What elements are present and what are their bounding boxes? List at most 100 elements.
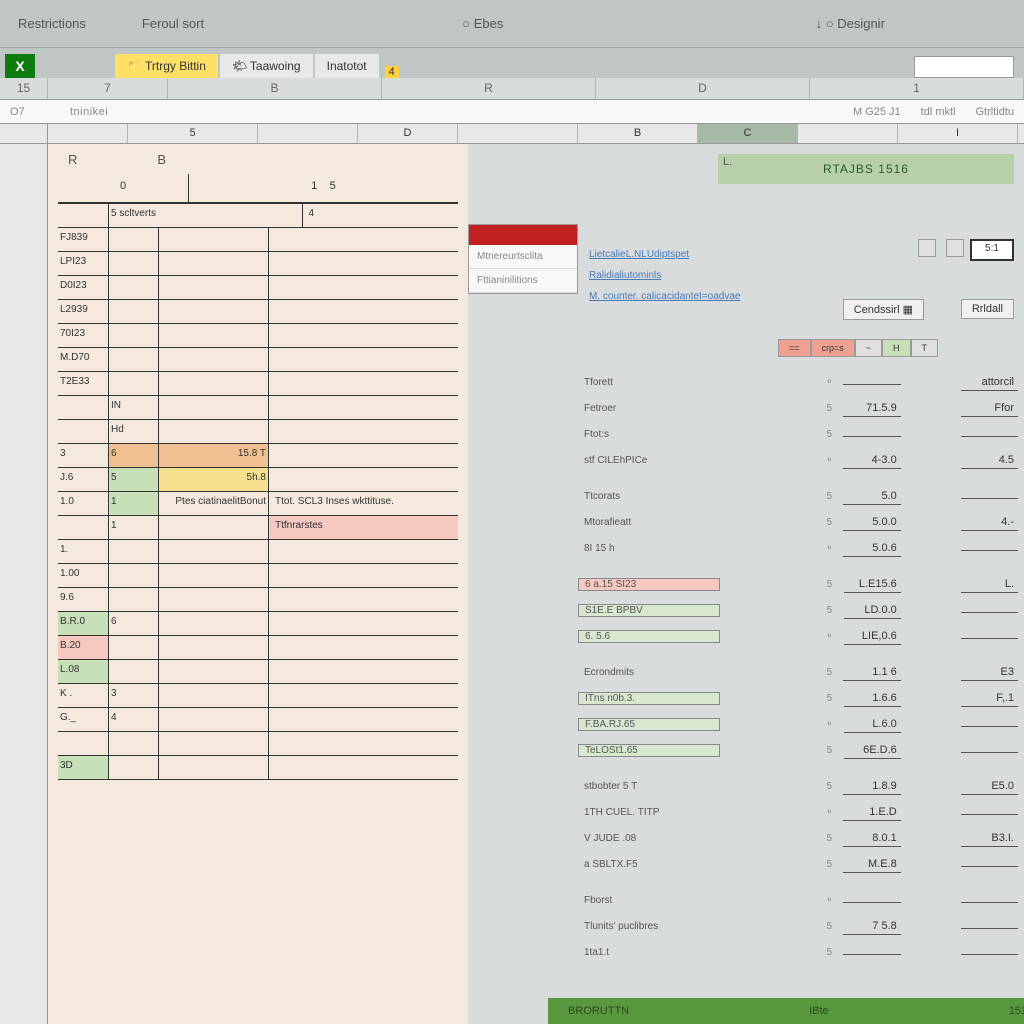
row-value-1[interactable]: 8.0.1 <box>843 830 900 847</box>
cell-b[interactable] <box>108 324 158 347</box>
col-h[interactable] <box>798 124 898 143</box>
col-hdr-5[interactable]: 1 <box>810 78 1024 99</box>
cell-c[interactable] <box>158 324 268 347</box>
cell-c[interactable] <box>158 684 268 707</box>
cell-a[interactable]: LPI23 <box>58 252 108 275</box>
table-row[interactable]: J.655h.8 <box>58 468 458 492</box>
row-value-2[interactable] <box>961 862 1018 867</box>
cell-a[interactable]: D0I23 <box>58 276 108 299</box>
menu-design[interactable]: ↓ ○ Designir <box>808 12 893 35</box>
col-hdr-4[interactable]: D <box>596 78 810 99</box>
cell-b[interactable] <box>108 348 158 371</box>
cell-a[interactable]: L2939 <box>58 300 108 323</box>
row-value-2[interactable] <box>961 748 1018 753</box>
row-value-1[interactable] <box>843 380 900 385</box>
cell-d[interactable] <box>268 444 458 467</box>
cell-c[interactable] <box>158 300 268 323</box>
menu-ebes[interactable]: ○ Ebes <box>454 12 511 35</box>
table-row[interactable]: 1ta1.t5 <box>578 939 1018 965</box>
cell-b[interactable]: Hd <box>108 420 158 443</box>
autocomplete-highlight[interactable] <box>469 225 577 245</box>
table-row[interactable]: B.20 <box>58 636 458 660</box>
row-value-2[interactable]: attorcil <box>961 374 1018 391</box>
table-row[interactable]: 6 a.15 SI235L.E15.6L. <box>578 571 1018 597</box>
cell-a[interactable]: K . <box>58 684 108 707</box>
cell-d[interactable] <box>268 300 458 323</box>
row-value-1[interactable]: M.E.8 <box>843 856 900 873</box>
cell-a[interactable]: J.6 <box>58 468 108 491</box>
table-row[interactable]: 1Ttfnrarstes <box>58 516 458 540</box>
cell-b[interactable] <box>108 372 158 395</box>
cell-a[interactable]: T2E33 <box>58 372 108 395</box>
cell-d[interactable] <box>268 372 458 395</box>
table-row[interactable]: Ftot:s5 <box>578 421 1018 447</box>
table-row[interactable]: S1E.E BPBV5LD.0.0 <box>578 597 1018 623</box>
mini-tab-1[interactable]: == <box>778 339 811 357</box>
cell-a[interactable]: G._ <box>58 708 108 731</box>
table-row[interactable]: B.R.06 <box>58 612 458 636</box>
table-row[interactable]: stf CILEhPICe⚬4-3.04.5 <box>578 447 1018 473</box>
cell-b[interactable]: IN <box>108 396 158 419</box>
row-value-2[interactable] <box>961 608 1018 613</box>
mini-tab-3[interactable]: ~ <box>855 339 882 357</box>
cell-d[interactable] <box>268 396 458 419</box>
col-hdr-1[interactable]: 7 <box>48 78 168 99</box>
table-row[interactable]: L.08 <box>58 660 458 684</box>
table-row[interactable]: Mtorafieatt55.0.04.- <box>578 509 1018 535</box>
cell-a[interactable]: 3 <box>58 444 108 467</box>
cell-c[interactable] <box>158 540 268 563</box>
cell-a[interactable]: M.D70 <box>58 348 108 371</box>
row-value-2[interactable]: 4.- <box>961 514 1018 531</box>
row-value-1[interactable]: LD.0.0 <box>844 602 901 619</box>
excel-logo-icon[interactable]: X <box>5 54 35 78</box>
cell-c[interactable] <box>158 348 268 371</box>
row-value-2[interactable]: F,.1 <box>961 690 1018 707</box>
row-value-1[interactable] <box>843 950 900 955</box>
row-value-1[interactable]: 1.6.6 <box>844 690 901 707</box>
cell-b[interactable]: 6 <box>108 612 158 635</box>
cell-c[interactable]: Ptes ciatinaelitBonut <box>158 492 268 515</box>
table-row[interactable]: Tforett⚬attorcil <box>578 369 1018 395</box>
table-row[interactable]: 3D <box>58 756 458 780</box>
mini-tab-2[interactable]: crp=s <box>811 339 855 357</box>
table-row[interactable]: 3615.8 T <box>58 444 458 468</box>
cell-b[interactable] <box>108 276 158 299</box>
row-value-2[interactable] <box>961 898 1018 903</box>
cell-c[interactable] <box>158 372 268 395</box>
cell-d[interactable] <box>268 276 458 299</box>
table-row[interactable]: T2E33 <box>58 372 458 396</box>
suggestion-2[interactable]: Ralidialiutominls <box>583 265 793 286</box>
table-row[interactable]: stbobter 5 T51.8.9E5.0 <box>578 773 1018 799</box>
col-hdr-0[interactable]: 15 <box>0 78 48 99</box>
cell-d[interactable] <box>268 420 458 443</box>
cell-d[interactable] <box>268 540 458 563</box>
table-row[interactable]: 1TH CUEL. TITP⚬1.E.D <box>578 799 1018 825</box>
cell-c[interactable] <box>158 516 268 539</box>
row-value-2[interactable] <box>961 494 1018 499</box>
cell-c[interactable] <box>158 564 268 587</box>
cell-b[interactable] <box>108 660 158 683</box>
table-row[interactable] <box>58 732 458 756</box>
mini-tab-4[interactable]: H <box>882 339 911 357</box>
cell-d[interactable] <box>268 348 458 371</box>
table-row[interactable]: V JUDE .0858.0.1B3.I. <box>578 825 1018 851</box>
row-value-2[interactable] <box>961 950 1018 955</box>
row-value-2[interactable]: 4.5 <box>961 452 1018 469</box>
cell-b[interactable] <box>108 636 158 659</box>
cell-a[interactable]: FJ839 <box>58 228 108 251</box>
cell-b[interactable]: 3 <box>108 684 158 707</box>
row-value-1[interactable]: L.E15.6 <box>844 576 901 593</box>
row-value-1[interactable]: 6E.D.6 <box>844 742 901 759</box>
col-hdr-3[interactable]: R <box>382 78 596 99</box>
cell-d[interactable] <box>268 468 458 491</box>
table-row[interactable]: a SBLTX.F55M.E.8 <box>578 851 1018 877</box>
col-e[interactable] <box>458 124 578 143</box>
cell-d[interactable] <box>268 612 458 635</box>
cell-b[interactable] <box>108 228 158 251</box>
cell-c[interactable] <box>158 420 268 443</box>
col-g[interactable]: C <box>698 124 798 143</box>
cell-a[interactable]: B.20 <box>58 636 108 659</box>
cell-b[interactable] <box>108 300 158 323</box>
cell-b[interactable]: 5 <box>108 468 158 491</box>
table-row[interactable]: Fborst⚬ <box>578 887 1018 913</box>
